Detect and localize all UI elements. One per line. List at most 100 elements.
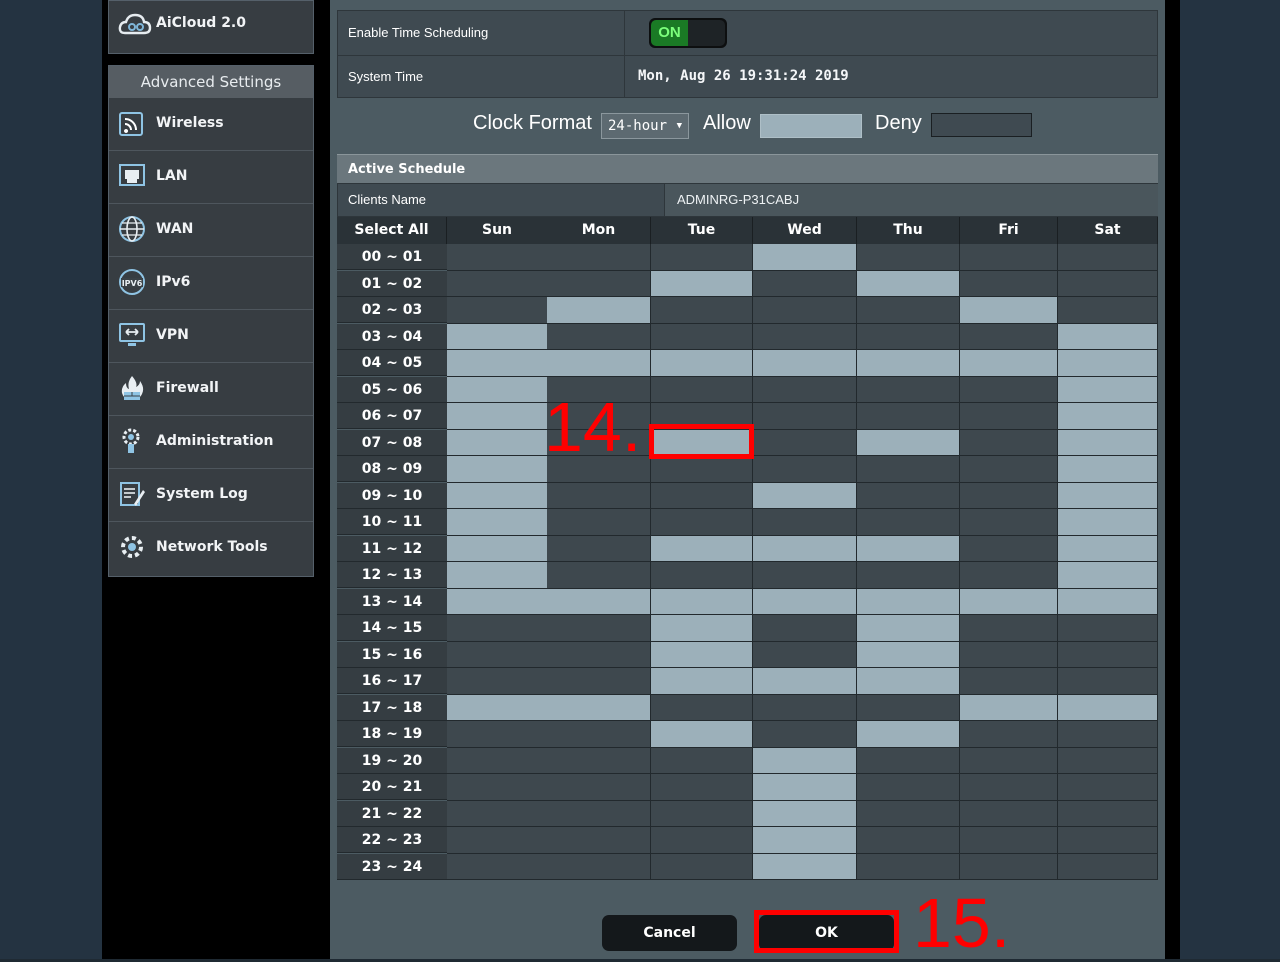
schedule-cell[interactable] [857, 483, 960, 509]
schedule-cell[interactable] [1058, 801, 1158, 827]
schedule-cell[interactable] [1058, 721, 1158, 748]
schedule-cell[interactable] [753, 615, 857, 642]
schedule-cell[interactable] [753, 695, 857, 721]
schedule-cell[interactable] [651, 562, 753, 589]
schedule-cell[interactable] [857, 774, 960, 801]
schedule-cell[interactable] [753, 536, 857, 562]
schedule-cell[interactable] [857, 695, 960, 721]
hour-row-label[interactable]: 07 ~ 08 [337, 430, 447, 456]
sidebar-item-administration[interactable]: Administration [109, 416, 313, 469]
schedule-cell[interactable] [1058, 403, 1158, 430]
schedule-cell[interactable] [960, 483, 1058, 509]
schedule-cell[interactable] [547, 854, 651, 880]
schedule-cell[interactable] [651, 774, 753, 801]
day-header-mon[interactable]: Mon [547, 217, 651, 244]
schedule-cell[interactable] [447, 271, 548, 297]
schedule-cell[interactable] [960, 642, 1058, 668]
schedule-cell[interactable] [857, 403, 960, 430]
schedule-cell[interactable] [651, 324, 753, 350]
schedule-cell[interactable] [753, 562, 857, 589]
schedule-cell[interactable] [753, 668, 857, 695]
schedule-cell[interactable] [857, 456, 960, 483]
schedule-cell[interactable] [447, 483, 548, 509]
schedule-cell[interactable] [753, 350, 857, 377]
schedule-cell[interactable] [651, 827, 753, 854]
schedule-cell[interactable] [960, 403, 1058, 430]
schedule-cell[interactable] [447, 615, 548, 642]
schedule-cell[interactable] [960, 562, 1058, 589]
schedule-cell[interactable] [960, 748, 1058, 774]
hour-row-label[interactable]: 10 ~ 11 [337, 509, 447, 535]
clock-format-select[interactable]: 24-hour ▼ [601, 113, 689, 139]
schedule-cell[interactable] [651, 854, 753, 880]
schedule-cell[interactable] [547, 721, 651, 748]
hour-row-label[interactable]: 13 ~ 14 [337, 589, 447, 615]
day-header-fri[interactable]: Fri [960, 217, 1058, 244]
schedule-cell[interactable] [447, 774, 548, 801]
schedule-cell[interactable] [447, 350, 548, 377]
schedule-cell[interactable] [753, 271, 857, 297]
schedule-cell[interactable] [960, 297, 1058, 324]
schedule-cell[interactable] [960, 377, 1058, 403]
schedule-cell[interactable] [857, 509, 960, 536]
schedule-cell[interactable] [1058, 536, 1158, 562]
schedule-cell[interactable] [1058, 615, 1158, 642]
schedule-cell[interactable] [651, 244, 753, 271]
schedule-cell[interactable] [753, 403, 857, 430]
schedule-cell[interactable] [960, 350, 1058, 377]
schedule-cell[interactable] [857, 536, 960, 562]
schedule-cell[interactable] [1058, 324, 1158, 350]
cancel-button[interactable]: Cancel [602, 915, 737, 951]
hour-row-label[interactable]: 23 ~ 24 [337, 854, 447, 880]
hour-row-label[interactable]: 12 ~ 13 [337, 562, 447, 588]
schedule-cell[interactable] [753, 827, 857, 854]
schedule-cell[interactable] [1058, 456, 1158, 483]
sidebar-item-vpn[interactable]: VPN [109, 310, 313, 363]
schedule-cell[interactable] [753, 456, 857, 483]
schedule-cell[interactable] [753, 642, 857, 668]
hour-row-label[interactable]: 18 ~ 19 [337, 721, 447, 747]
schedule-cell[interactable] [857, 748, 960, 774]
schedule-cell[interactable] [1058, 350, 1158, 377]
schedule-cell[interactable] [960, 324, 1058, 350]
schedule-cell[interactable] [547, 589, 651, 615]
schedule-cell[interactable] [753, 721, 857, 748]
schedule-cell[interactable] [857, 615, 960, 642]
schedule-cell[interactable] [651, 483, 753, 509]
schedule-cell[interactable] [651, 642, 753, 668]
hour-row-label[interactable]: 06 ~ 07 [337, 403, 447, 429]
schedule-cell[interactable] [651, 801, 753, 827]
schedule-cell[interactable] [960, 509, 1058, 536]
schedule-cell[interactable] [1058, 297, 1158, 324]
schedule-cell[interactable] [547, 244, 651, 271]
select-all-button[interactable]: Select All [337, 217, 447, 244]
schedule-cell[interactable] [1058, 854, 1158, 880]
day-header-wed[interactable]: Wed [753, 217, 857, 244]
hour-row-label[interactable]: 03 ~ 04 [337, 324, 447, 350]
schedule-cell[interactable] [857, 244, 960, 271]
hour-row-label[interactable]: 21 ~ 22 [337, 801, 447, 827]
schedule-cell[interactable] [1058, 377, 1158, 403]
schedule-cell[interactable] [753, 748, 857, 774]
schedule-cell[interactable] [1058, 827, 1158, 854]
schedule-cell[interactable] [547, 297, 651, 324]
schedule-cell[interactable] [447, 297, 548, 324]
schedule-cell[interactable] [960, 695, 1058, 721]
schedule-cell[interactable] [447, 403, 548, 430]
schedule-cell[interactable] [651, 297, 753, 324]
schedule-cell[interactable] [651, 589, 753, 615]
hour-row-label[interactable]: 09 ~ 10 [337, 483, 447, 509]
schedule-cell[interactable] [753, 297, 857, 324]
schedule-cell[interactable] [960, 536, 1058, 562]
hour-row-label[interactable]: 20 ~ 21 [337, 774, 447, 800]
schedule-cell[interactable] [547, 668, 651, 695]
schedule-cell[interactable] [447, 748, 548, 774]
schedule-cell[interactable] [960, 827, 1058, 854]
schedule-cell[interactable] [960, 854, 1058, 880]
schedule-cell[interactable] [753, 483, 857, 509]
schedule-cell[interactable] [547, 562, 651, 589]
schedule-cell[interactable] [857, 430, 960, 456]
schedule-cell[interactable] [547, 748, 651, 774]
schedule-cell[interactable] [651, 271, 753, 297]
schedule-cell[interactable] [753, 509, 857, 536]
